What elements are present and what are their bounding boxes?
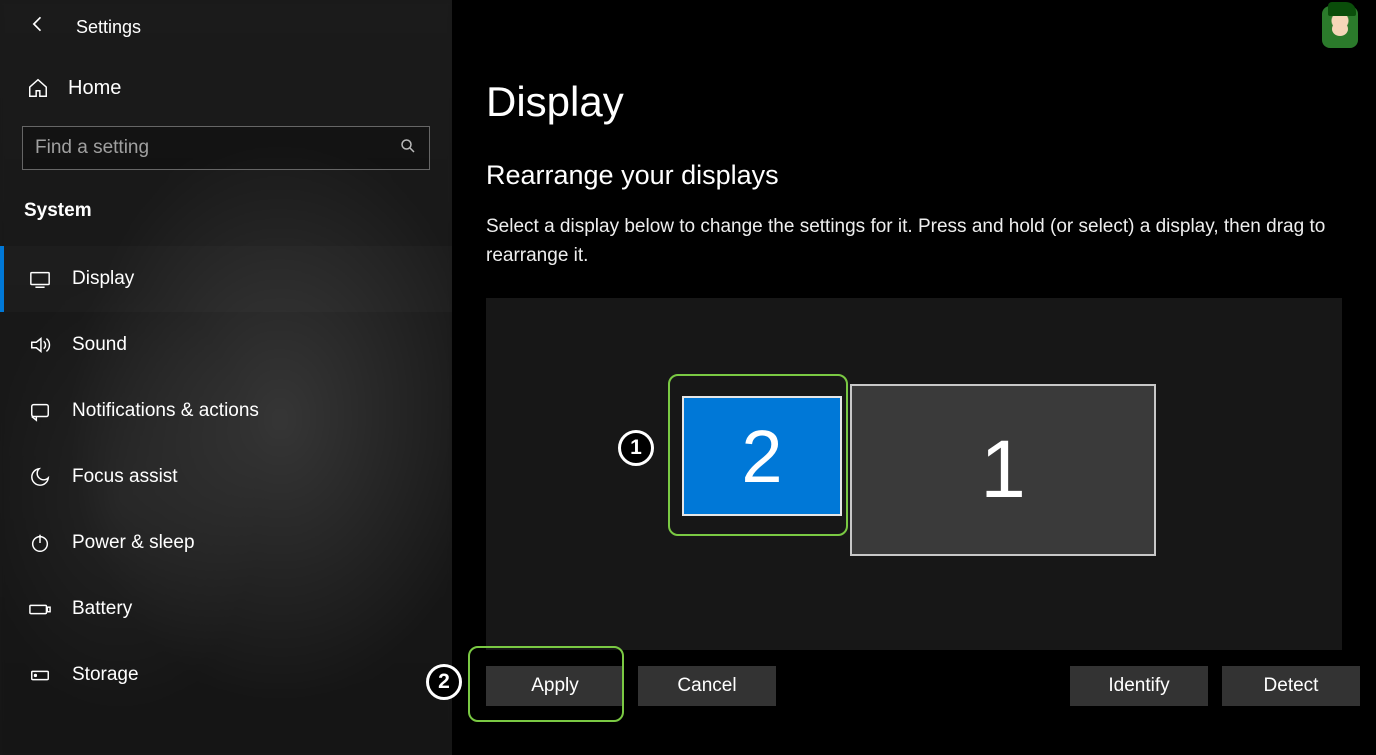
cancel-button[interactable]: Cancel — [638, 666, 776, 706]
titlebar: Settings — [0, 0, 452, 54]
sidebar-item-label: Focus assist — [72, 466, 178, 488]
sidebar-content: Settings Home System Display Sound — [0, 0, 452, 708]
sidebar-item-battery[interactable]: Battery — [0, 576, 452, 642]
identify-button[interactable]: Identify — [1070, 666, 1208, 706]
annotation-callout-1: 1 — [618, 430, 654, 466]
battery-icon — [28, 597, 52, 621]
power-icon — [28, 531, 52, 555]
detect-button[interactable]: Detect — [1222, 666, 1360, 706]
sidebar-item-notifications[interactable]: Notifications & actions — [0, 378, 452, 444]
home-nav[interactable]: Home — [0, 54, 452, 116]
sidebar-item-power-sleep[interactable]: Power & sleep — [0, 510, 452, 576]
home-icon — [26, 76, 50, 100]
sidebar-section-label: System — [0, 170, 452, 246]
sidebar-item-sound[interactable]: Sound — [0, 312, 452, 378]
watermark-avatar — [1322, 6, 1358, 48]
sidebar-item-label: Battery — [72, 598, 132, 620]
monitor-tile-1[interactable]: 1 — [850, 384, 1156, 556]
display-arrangement-area[interactable]: 2 1 1 — [486, 298, 1342, 650]
sidebar-item-display[interactable]: Display — [0, 246, 452, 312]
sidebar-item-storage[interactable]: Storage — [0, 642, 452, 708]
notifications-icon — [28, 399, 52, 423]
sidebar-item-label: Storage — [72, 664, 139, 686]
display-action-row: 2 Apply Cancel Identify Detect — [486, 666, 1360, 706]
monitor-tile-2[interactable]: 2 — [682, 396, 842, 516]
settings-sidebar: Settings Home System Display Sound — [0, 0, 452, 755]
search-input[interactable] — [35, 137, 399, 159]
sidebar-item-label: Display — [72, 268, 134, 290]
home-label: Home — [68, 77, 121, 100]
sidebar-item-label: Notifications & actions — [72, 400, 259, 422]
callout-number: 1 — [630, 436, 642, 460]
main-pane: Display Rearrange your displays Select a… — [452, 0, 1376, 755]
page-title: Display — [486, 0, 1342, 126]
section-title: Rearrange your displays — [486, 126, 1342, 191]
sound-icon — [28, 333, 52, 357]
app-title: Settings — [76, 17, 141, 38]
section-description: Select a display below to change the set… — [486, 191, 1342, 270]
search-box[interactable] — [22, 126, 430, 170]
focus-assist-icon — [28, 465, 52, 489]
display-icon — [28, 267, 52, 291]
sidebar-item-focus-assist[interactable]: Focus assist — [0, 444, 452, 510]
back-icon[interactable] — [28, 14, 48, 40]
monitor-label: 1 — [980, 423, 1026, 517]
sidebar-item-label: Power & sleep — [72, 532, 195, 554]
sidebar-item-label: Sound — [72, 334, 127, 356]
storage-icon — [28, 663, 52, 687]
search-icon — [399, 137, 417, 160]
apply-button[interactable]: Apply — [486, 666, 624, 706]
monitor-label: 2 — [741, 414, 782, 499]
